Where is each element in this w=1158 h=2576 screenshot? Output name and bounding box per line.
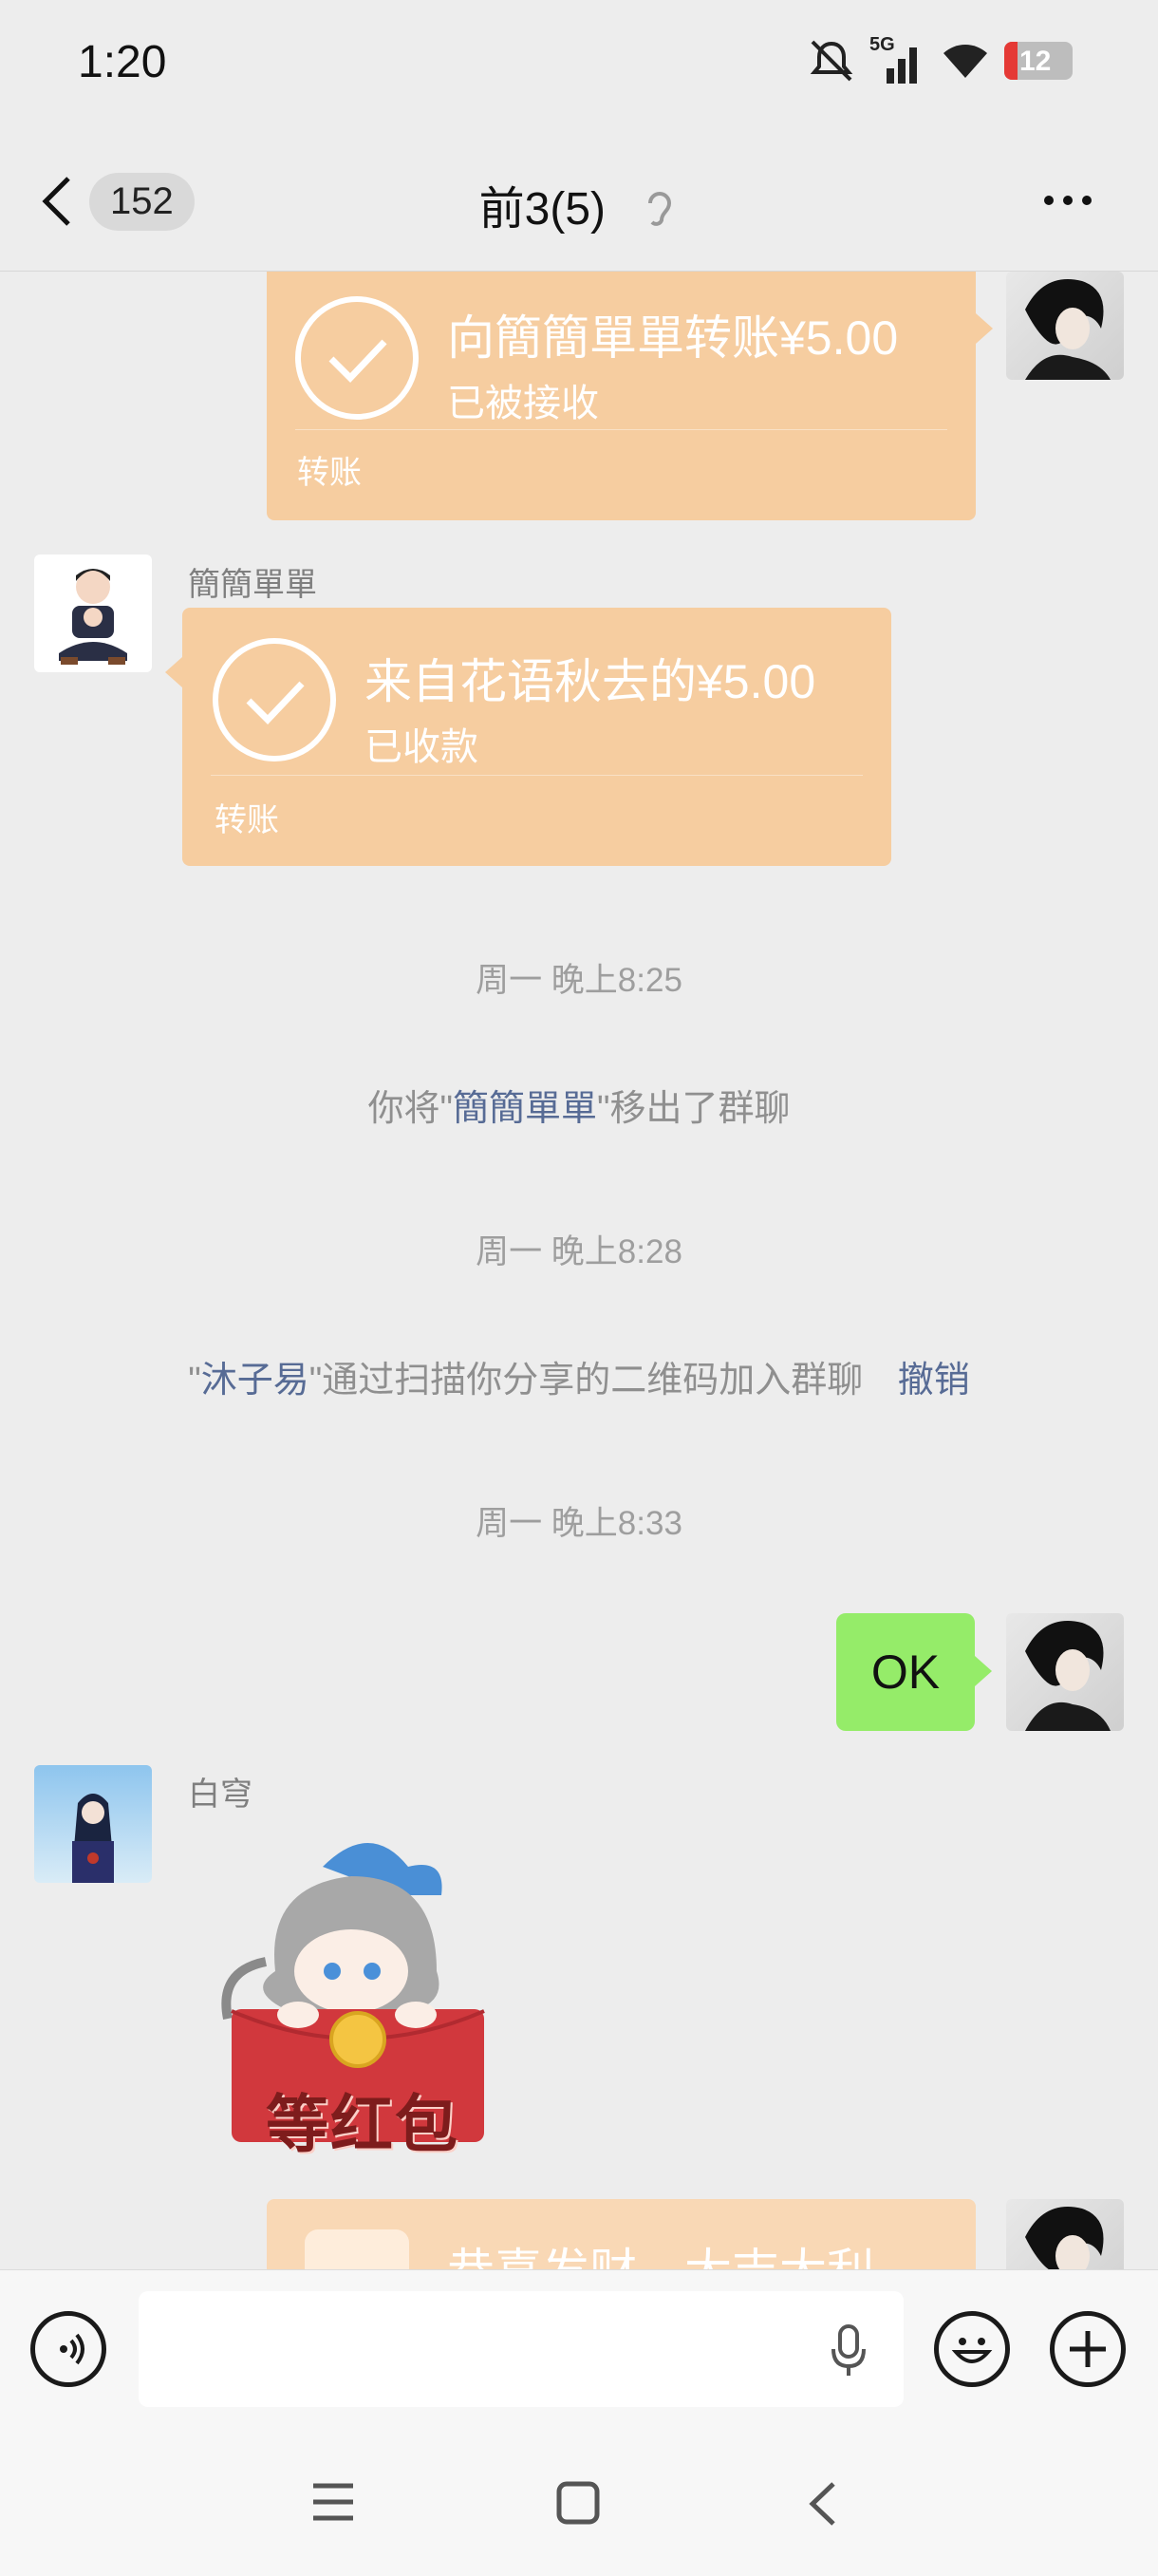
system-back-button[interactable] bbox=[805, 2478, 839, 2534]
more-functions-button[interactable] bbox=[1050, 2311, 1126, 2387]
emoji-icon bbox=[951, 2338, 993, 2363]
self-avatar[interactable] bbox=[1006, 1613, 1124, 1731]
transfer-status: 已收款 bbox=[364, 726, 478, 768]
red-packet-icon bbox=[305, 2229, 409, 2269]
system-text: " bbox=[188, 1361, 201, 1401]
transfer-label: 转账 bbox=[215, 802, 279, 838]
system-home-button[interactable] bbox=[555, 2480, 601, 2530]
transfer-label: 转账 bbox=[297, 455, 362, 491]
transfer-card-received[interactable]: 来自花语秋去的¥5.00 已收款 转账 bbox=[182, 608, 891, 866]
back-icon bbox=[809, 2482, 835, 2526]
timestamp: 周一 晚上8:28 bbox=[476, 1233, 682, 1270]
voice-icon bbox=[60, 2333, 84, 2365]
battery-icon: 12 bbox=[1004, 42, 1073, 80]
wifi-icon bbox=[943, 45, 987, 78]
transfer-status: 已被接收 bbox=[447, 383, 599, 424]
chat-title-wrap: 前3(5) bbox=[0, 171, 1158, 237]
bubble-tail bbox=[975, 1656, 992, 1686]
check-icon bbox=[213, 638, 336, 762]
system-message-joined: "沐子易"通过扫描你分享的二维码加入群聊 撤销 bbox=[0, 1350, 1158, 1402]
mute-icon bbox=[810, 40, 853, 82]
voice-toggle-button[interactable] bbox=[30, 2311, 106, 2387]
sticker-caption: 等红包 bbox=[266, 2089, 459, 2159]
transfer-title: 来自花语秋去的¥5.00 bbox=[364, 655, 816, 708]
chat-area: 向簡簡單單转账¥5.00 已被接收 转账 簡簡單單 来自花语秋去的¥5.00 已… bbox=[0, 272, 1158, 2269]
menu-icon bbox=[313, 2483, 353, 2521]
chat-title: 前3(5) bbox=[478, 184, 607, 235]
system-message-removed: 你将"簡簡單單"移出了群聊 bbox=[0, 1079, 1158, 1131]
microphone-button[interactable] bbox=[828, 2322, 869, 2384]
text-bubble-self[interactable]: OK bbox=[836, 1613, 975, 1731]
system-text: "移出了群聊 bbox=[597, 1089, 791, 1129]
system-text: "通过扫描你分享的二维码加入群聊 bbox=[308, 1361, 864, 1401]
home-icon bbox=[556, 2481, 600, 2525]
bubble-tail bbox=[976, 313, 993, 344]
check-icon bbox=[295, 296, 419, 420]
sender-name: 白穹 bbox=[188, 1777, 252, 1813]
red-packet-card[interactable]: 恭喜发财，大吉大利 bbox=[267, 2199, 976, 2269]
battery-level: 12 bbox=[1019, 46, 1052, 77]
transfer-card-sent[interactable]: 向簡簡單單转账¥5.00 已被接收 转账 bbox=[267, 272, 976, 520]
system-menu-button[interactable] bbox=[309, 2480, 357, 2529]
status-time: 1:20 bbox=[78, 37, 167, 87]
red-packet-greeting: 恭喜发财，大吉大利 bbox=[447, 2233, 874, 2269]
timestamp: 周一 晚上8:25 bbox=[476, 962, 682, 999]
status-icons: 5G 12 bbox=[807, 34, 1073, 84]
member-link[interactable]: 簡簡單單 bbox=[453, 1089, 597, 1129]
system-text: 你将" bbox=[367, 1089, 453, 1129]
emoji-button[interactable] bbox=[934, 2311, 1010, 2387]
microphone-icon bbox=[831, 2324, 866, 2376]
sender-avatar-jianjian[interactable] bbox=[34, 555, 152, 672]
transfer-title: 向簡簡單單转账¥5.00 bbox=[447, 311, 899, 365]
sender-avatar-baiqiong[interactable] bbox=[34, 1765, 152, 1883]
signal-5g-icon: 5G bbox=[869, 34, 926, 84]
earpiece-icon bbox=[648, 192, 672, 226]
more-options-button[interactable] bbox=[1044, 186, 1111, 215]
self-avatar[interactable] bbox=[1006, 2199, 1124, 2269]
sticker-red-packet[interactable]: 等红包 bbox=[209, 1829, 503, 2159]
message-input[interactable] bbox=[139, 2291, 904, 2407]
sender-name: 簡簡單單 bbox=[188, 567, 317, 603]
self-avatar[interactable] bbox=[1006, 272, 1124, 380]
member-link[interactable]: 沐子易 bbox=[201, 1361, 309, 1401]
bubble-tail bbox=[165, 657, 182, 687]
timestamp: 周一 晚上8:33 bbox=[476, 1505, 682, 1542]
transfer-divider bbox=[211, 775, 863, 776]
transfer-divider bbox=[295, 429, 947, 430]
network-label: 5G bbox=[869, 34, 895, 55]
plus-icon bbox=[1070, 2331, 1106, 2367]
revoke-link[interactable]: 撤销 bbox=[898, 1361, 970, 1401]
